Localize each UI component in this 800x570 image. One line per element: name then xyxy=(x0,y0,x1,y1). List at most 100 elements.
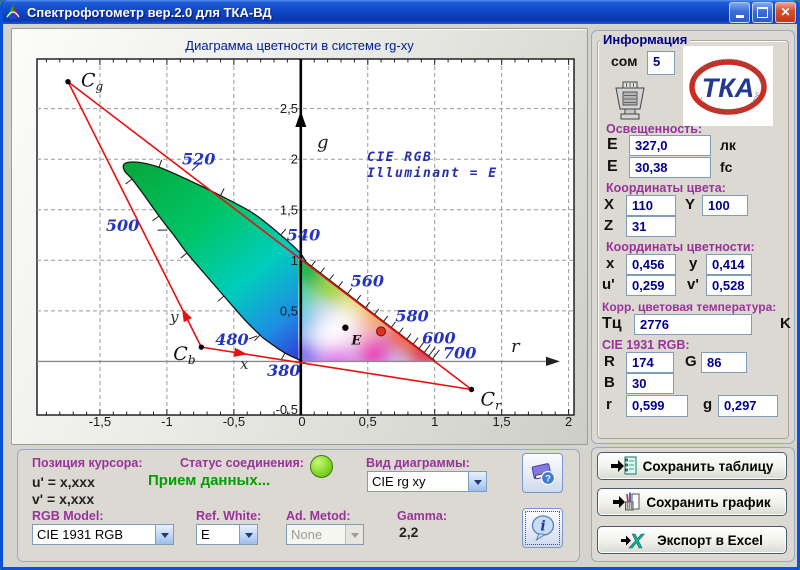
com-port-label: сом xyxy=(611,53,638,69)
save-graph-button[interactable]: Сохранить график xyxy=(597,488,787,516)
actions-panel: Сохранить таблицу Сохранить график X Экс… xyxy=(591,447,795,562)
rgb-model-label: RGB Model: xyxy=(32,509,104,523)
svg-text:-1,5: -1,5 xyxy=(89,414,111,429)
illuminance-fc-field[interactable]: 30,38 xyxy=(629,157,711,178)
wavelength-label-500: 500 xyxy=(106,216,139,235)
illuminance-lux-label: E xyxy=(607,136,618,154)
svg-text:1: 1 xyxy=(291,253,298,268)
close-button[interactable]: ✕ xyxy=(775,2,796,23)
chromaticity-title: Координаты цветности: xyxy=(606,240,755,254)
r-label: r xyxy=(606,396,612,413)
wavelength-label-540: 540 xyxy=(287,225,320,244)
Y-label: Y xyxy=(685,196,695,213)
cursor-position-title: Позиция курсора: xyxy=(32,456,143,470)
X-label: X xyxy=(604,196,614,213)
info-button[interactable]: i xyxy=(522,508,563,548)
app-window: Спектрофотометр вер.2.0 для ТКА-ВД ✕ Диа… xyxy=(0,0,800,570)
info-balloon-icon: i xyxy=(529,514,557,542)
y-label: y xyxy=(689,255,697,272)
app-icon xyxy=(4,3,22,21)
arrow-notebook-icon xyxy=(611,455,637,477)
illuminance-title: Освещенность: xyxy=(606,122,702,136)
connection-status-title: Статус соединения: xyxy=(180,456,304,470)
chevron-down-icon[interactable] xyxy=(239,525,257,544)
ad-metod-select: None xyxy=(286,524,364,545)
cursor-v-value: v' = x,xxx xyxy=(32,491,94,507)
chevron-down-icon[interactable] xyxy=(155,525,173,544)
maximize-button[interactable] xyxy=(752,2,773,23)
tka-logo: НАУЧНО-ТЕХНИЧЕСКОЕ ПРЕДПРИЯТИЕ THE SCIEN… xyxy=(683,46,773,126)
com-port-field[interactable]: 5 xyxy=(647,51,675,75)
wavelength-label-380: 380 xyxy=(267,361,300,380)
connection-status-indicator xyxy=(310,455,333,478)
window-title: Спектрофотометр вер.2.0 для ТКА-ВД xyxy=(27,5,729,20)
white-point-label: E xyxy=(350,334,362,349)
help-button[interactable]: ? xyxy=(522,453,563,493)
connection-status-text: Прием данных... xyxy=(148,472,270,489)
X-field[interactable]: 110 xyxy=(626,195,676,216)
arrow-excel-x-icon: X xyxy=(621,529,651,551)
minimize-icon xyxy=(736,15,744,18)
x-field[interactable]: 0,456 xyxy=(626,254,676,275)
export-excel-button[interactable]: X Экспорт в Excel xyxy=(597,526,787,554)
diagram-type-label: Вид диаграммы: xyxy=(366,456,470,470)
svg-text:-0,5: -0,5 xyxy=(276,402,298,417)
svg-text:1,5: 1,5 xyxy=(280,202,298,217)
ad-metod-label: Ad. Metod: xyxy=(286,509,351,523)
svg-text:-0,5: -0,5 xyxy=(223,414,245,429)
titlebar[interactable]: Спектрофотометр вер.2.0 для ТКА-ВД ✕ xyxy=(0,0,800,24)
minimize-button[interactable] xyxy=(729,2,750,23)
svg-text:1,5: 1,5 xyxy=(493,414,511,429)
measured-point-dot xyxy=(377,327,386,336)
svg-text:2: 2 xyxy=(565,414,572,429)
Y-field[interactable]: 100 xyxy=(702,195,748,216)
kelvin-unit: K xyxy=(780,315,791,332)
close-icon: ✕ xyxy=(780,6,790,18)
svg-text:0,5: 0,5 xyxy=(359,414,377,429)
v-prime-field[interactable]: 0,528 xyxy=(706,275,752,296)
logo-brand: ТКА xyxy=(702,73,755,103)
g-field[interactable]: 0,297 xyxy=(718,395,778,417)
info-group-title: Информация xyxy=(600,32,690,47)
cct-field[interactable]: 2776 xyxy=(634,314,752,335)
white-point-dot xyxy=(342,325,348,331)
Z-field[interactable]: 31 xyxy=(626,216,676,237)
x-label: x xyxy=(606,255,614,272)
inner-x-axis-label: x xyxy=(240,355,249,373)
r-field[interactable]: 0,599 xyxy=(626,395,688,417)
cursor-u-value: u' = x,xxx xyxy=(32,474,95,490)
G-field[interactable]: 86 xyxy=(701,352,747,373)
wavelength-label-480: 480 xyxy=(215,330,248,349)
illuminance-fc-label: E xyxy=(607,158,618,176)
save-table-button[interactable]: Сохранить таблицу xyxy=(597,452,787,480)
v-prime-label: v' xyxy=(687,276,699,293)
ref-white-label: Ref. White: xyxy=(196,509,261,523)
diagram-type-select[interactable]: CIE rg xy xyxy=(367,471,487,492)
svg-text:-1: -1 xyxy=(161,414,173,429)
u-prime-field[interactable]: 0,259 xyxy=(626,275,676,296)
cct-label: Тц xyxy=(602,315,622,333)
B-label: B xyxy=(604,374,615,391)
rgb-model-select[interactable]: CIE 1931 RGB xyxy=(32,524,174,545)
y-field[interactable]: 0,414 xyxy=(706,254,752,275)
R-field[interactable]: 174 xyxy=(626,352,674,373)
info-panel: Информация сом 5 НАУЧНО-ТЕХНИЧЕСКОЕ ПРЕД… xyxy=(591,30,795,444)
svg-text:1: 1 xyxy=(431,414,438,429)
rgb-title: CIE 1931 RGB: xyxy=(602,338,690,352)
arrow-pencils-page-icon xyxy=(613,491,640,513)
svg-text:X: X xyxy=(629,531,645,551)
ref-white-select[interactable]: E xyxy=(196,524,258,545)
svg-text:2,5: 2,5 xyxy=(280,101,298,116)
status-panel: Позиция курсора: u' = x,xxx v' = x,xxx С… xyxy=(17,449,580,562)
illuminance-lux-field[interactable]: 327,0 xyxy=(629,135,711,156)
svg-text:?: ? xyxy=(545,474,551,485)
chart-panel: Диаграмма цветности в системе rg-xy xyxy=(11,28,588,445)
inner-y-axis-label: y xyxy=(169,308,179,326)
B-field[interactable]: 30 xyxy=(626,373,674,394)
wavelength-label-580: 580 xyxy=(395,306,428,325)
chevron-down-icon[interactable] xyxy=(468,472,486,491)
chromaticity-diagram: r g yxCgCbCrE380480500520540560580600700… xyxy=(12,29,589,446)
gamma-value: 2,2 xyxy=(399,524,418,540)
g-label: g xyxy=(703,396,712,413)
svg-text:CIE RGB: CIE RGB xyxy=(367,150,432,165)
